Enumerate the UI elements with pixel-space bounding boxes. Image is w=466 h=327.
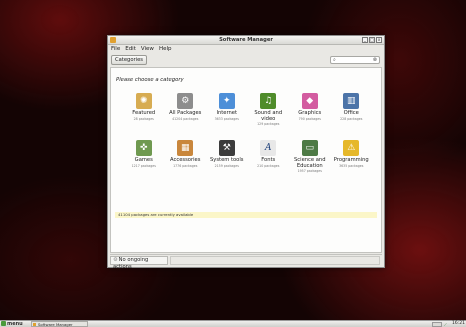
- category-count: 3635 packages: [339, 163, 364, 168]
- chalkboard-icon: ▭: [301, 140, 318, 156]
- network-icon[interactable]: ⟋: [444, 322, 450, 327]
- clock[interactable]: 16:21: [452, 321, 465, 327]
- category-item[interactable]: ▦ Accessories 1776 packages: [165, 138, 207, 184]
- category-item[interactable]: A Fonts 210 packages: [248, 138, 290, 184]
- category-count: 228 packages: [340, 116, 363, 121]
- category-panel: Please choose a category ✺ Featured 28 pac…: [110, 67, 382, 253]
- menu-label: menu: [7, 321, 23, 327]
- font-icon: A: [260, 140, 277, 156]
- maximize-button[interactable]: □: [369, 37, 375, 43]
- category-count: 1776 packages: [173, 163, 198, 168]
- palette-icon: ◆: [301, 93, 318, 109]
- software-manager-window: Software Manager _ □ x File Edit View He…: [107, 35, 385, 270]
- category-item[interactable]: ▭ Science and Education 1957 packages: [289, 138, 331, 184]
- start-menu-button[interactable]: menu: [1, 321, 23, 327]
- ongoing-actions-label: No ongoing actions: [113, 257, 149, 270]
- category-item[interactable]: ♫ Sound and video 129 packages: [248, 91, 290, 137]
- category-count: 3633 packages: [214, 116, 239, 121]
- status-bar: ⚙No ongoing actions: [110, 254, 382, 270]
- status-area: [170, 256, 380, 265]
- music-icon: ♫: [260, 93, 277, 109]
- category-grid: ✺ Featured 28 packages ⚙ All Packages 41204 p…: [123, 91, 373, 184]
- chart-icon: ▥: [343, 93, 360, 109]
- window-controls: _ □ x: [362, 37, 382, 43]
- minimize-button[interactable]: _: [362, 37, 368, 43]
- category-label: Science and Education: [293, 157, 326, 169]
- category-count: 1957 packages: [297, 169, 322, 173]
- menu-edit[interactable]: Edit: [125, 45, 136, 54]
- workspace-switcher[interactable]: [432, 321, 443, 327]
- window-titlebar[interactable]: Software Manager _ □ x: [108, 36, 384, 45]
- clear-search-icon[interactable]: ⊗: [373, 57, 377, 64]
- category-count: 1217 packages: [131, 163, 156, 168]
- globe-icon: ✦: [218, 93, 235, 109]
- menu-help[interactable]: Help: [159, 45, 172, 54]
- category-item[interactable]: ✜ Games 1217 packages: [123, 138, 165, 184]
- menu-view[interactable]: View: [141, 45, 154, 54]
- category-item[interactable]: ✺ Featured 28 packages: [123, 91, 165, 137]
- category-count: 41204 packages: [172, 116, 199, 121]
- category-item[interactable]: ⚒ System tools 2159 packages: [206, 138, 248, 184]
- search-input[interactable]: [340, 57, 370, 63]
- category-count: 129 packages: [257, 122, 280, 126]
- category-item[interactable]: ✦ Internet 3633 packages: [206, 91, 248, 137]
- ongoing-actions-button[interactable]: ⚙No ongoing actions: [110, 256, 168, 270]
- mint-logo-icon: [1, 321, 6, 326]
- toolbar: Categories ⌕ ⊗: [108, 54, 384, 66]
- category-count: 28 packages: [133, 116, 154, 121]
- menu-file[interactable]: File: [111, 45, 120, 54]
- category-count: 790 packages: [298, 116, 321, 121]
- search-box[interactable]: ⌕ ⊗: [330, 56, 380, 64]
- category-item[interactable]: ▥ Office 228 packages: [331, 91, 373, 137]
- category-label: System tools: [209, 157, 244, 163]
- task-label: Software Manager: [38, 322, 73, 327]
- category-label: Sound and video: [254, 110, 283, 122]
- terminal-icon: ⚒: [218, 140, 235, 156]
- star-icon: ✺: [135, 93, 152, 109]
- menu-bar: File Edit View Help: [108, 45, 384, 54]
- construction-icon: ⚠: [343, 140, 360, 156]
- category-item[interactable]: ⚙ All Packages 41204 packages: [165, 91, 207, 137]
- category-item[interactable]: ◆ Graphics 790 packages: [289, 91, 331, 137]
- category-item[interactable]: ⚠ Programming 3635 packages: [331, 138, 373, 184]
- category-count: 2159 packages: [214, 163, 239, 168]
- taskbar: menu Software Manager ⟋ 16:21: [0, 320, 466, 327]
- category-count: 210 packages: [257, 163, 280, 168]
- calculator-icon: ▦: [177, 140, 194, 156]
- taskbar-item-software-manager[interactable]: Software Manager: [31, 321, 88, 327]
- gear-icon: ⚙: [113, 257, 118, 263]
- search-icon: ⌕: [333, 57, 336, 63]
- categories-button[interactable]: Categories: [111, 55, 147, 65]
- category-heading: Please choose a category: [116, 77, 184, 83]
- window-title: Software Manager: [219, 37, 273, 43]
- close-button[interactable]: x: [376, 37, 382, 43]
- package-count-info: 41104 packages are currently available: [115, 212, 377, 218]
- app-icon: [33, 323, 36, 326]
- system-tray: ⟋ 16:21: [432, 321, 465, 327]
- gamepad-icon: ✜: [135, 140, 152, 156]
- category-label: All Packages: [169, 110, 202, 116]
- category-label: Programming: [333, 157, 369, 163]
- category-label: Accessories: [170, 157, 201, 163]
- gear-icon: ⚙: [177, 93, 194, 109]
